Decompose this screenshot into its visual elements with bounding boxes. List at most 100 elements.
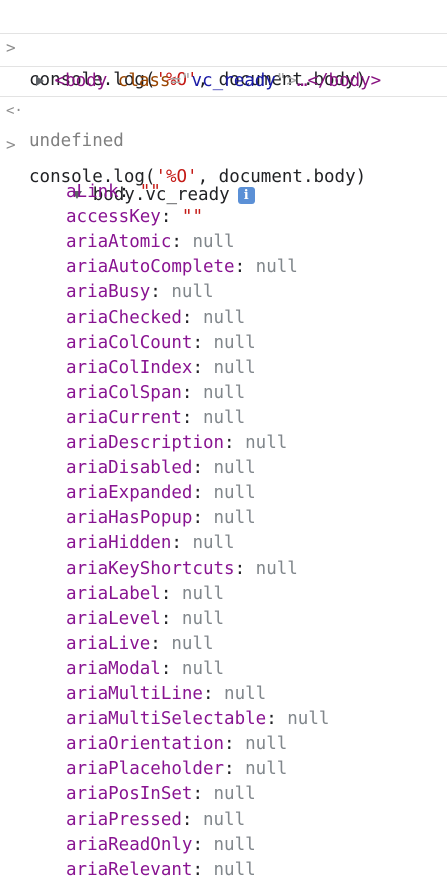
property-value: null [181, 608, 225, 629]
property-value: null [224, 684, 267, 704]
property-key: ariaExpanded [66, 483, 193, 504]
property-separator: : [266, 709, 288, 730]
property-separator: : [150, 282, 172, 303]
property-separator: : [160, 207, 182, 228]
property-row[interactable]: ariaAtomic: null [66, 230, 235, 255]
property-separator: : [160, 658, 182, 679]
property-row[interactable]: ariaPosInSet: null [66, 782, 256, 807]
object-tree-header[interactable]: body.vc_ready i [30, 156, 255, 205]
property-row[interactable]: ariaBusy: null [66, 280, 214, 305]
console-input-line: > console.log('%O', document.body) [0, 97, 447, 187]
property-value: null [213, 784, 256, 805]
property-key: ariaPosInSet [66, 784, 193, 805]
property-value: null [213, 458, 256, 479]
property-key: ariaColCount [66, 332, 193, 353]
property-value: null [202, 407, 246, 428]
property-row[interactable]: accessKey: "" [66, 205, 203, 230]
property-row[interactable]: ariaColSpan: null [66, 381, 245, 406]
property-separator: : [192, 458, 214, 479]
property-separator: : [181, 407, 203, 428]
property-separator: : [224, 734, 246, 755]
property-value: null [171, 633, 214, 654]
property-row[interactable]: ariaColCount: null [66, 331, 256, 356]
property-key: ariaDescription [66, 433, 225, 453]
property-value: null [255, 558, 298, 579]
property-key: ariaOrientation [66, 734, 225, 755]
result-value: undefined [29, 131, 124, 151]
property-row[interactable]: ariaDescription: null [66, 431, 287, 456]
property-value: null [202, 307, 246, 328]
property-key: ariaBusy [66, 282, 151, 303]
property-row[interactable]: ariaRelevant: null [66, 858, 256, 883]
property-row[interactable]: ariaCurrent: null [66, 406, 245, 431]
property-key: ariaRelevant [66, 859, 193, 880]
property-value: null [245, 734, 288, 755]
property-separator: : [234, 257, 256, 278]
property-row[interactable]: ariaReadOnly: null [66, 833, 256, 858]
property-row[interactable]: ariaLive: null [66, 632, 214, 657]
property-value: null [213, 859, 256, 880]
property-value: null [213, 332, 256, 353]
property-separator: : [234, 558, 256, 579]
console-panel: > console.log('%O', document.body) <body… [0, 0, 447, 880]
property-row[interactable]: ariaExpanded: null [66, 481, 256, 506]
property-key: ariaAutoComplete [66, 257, 235, 278]
property-key: ariaLive [66, 633, 151, 654]
property-row[interactable]: ariaPlaceholder: null [66, 757, 287, 782]
property-separator: : [192, 859, 214, 880]
property-separator: : [181, 382, 203, 403]
property-row[interactable]: ariaDisabled: null [66, 456, 256, 481]
property-separator: : [171, 232, 193, 253]
property-value: null [192, 232, 235, 253]
property-row[interactable]: ariaLabel: null [66, 582, 224, 607]
property-key: ariaChecked [66, 307, 182, 328]
property-value: null [192, 533, 235, 554]
property-row[interactable]: ariaModal: null [66, 657, 224, 682]
property-value: null [213, 508, 256, 529]
property-key: ariaHidden [66, 533, 172, 554]
property-row[interactable]: aLink: "" [66, 180, 161, 205]
property-separator: : [224, 433, 246, 453]
property-separator: : [224, 759, 246, 780]
property-row[interactable]: ariaPressed: null [66, 808, 245, 833]
property-separator: : [192, 834, 214, 855]
property-value: null [287, 709, 330, 730]
property-row[interactable]: ariaMultiLine: null [66, 682, 266, 707]
property-key: accessKey [66, 207, 161, 228]
property-row[interactable]: ariaLevel: null [66, 607, 224, 632]
property-key: ariaKeyShortcuts [66, 558, 235, 579]
property-key: ariaModal [66, 658, 161, 679]
property-row[interactable]: ariaKeyShortcuts: null [66, 557, 298, 582]
property-row[interactable]: ariaAutoComplete: null [66, 255, 298, 280]
property-row[interactable]: ariaMultiSelectable: null [66, 707, 329, 732]
property-row[interactable]: ariaColIndex: null [66, 356, 256, 381]
property-value: null [181, 583, 225, 604]
console-input-line: > console.log('%O', document.body) [0, 0, 447, 90]
property-separator: : [181, 809, 203, 830]
property-key: ariaPressed [66, 809, 182, 830]
console-result-line: <· undefined [0, 66, 447, 151]
property-row[interactable]: ariaHasPopup: null [66, 506, 256, 531]
property-key: ariaLabel [66, 583, 161, 604]
property-key: ariaMultiLine [66, 684, 203, 704]
property-key: ariaHasPopup [66, 508, 193, 529]
property-key: ariaReadOnly [66, 834, 193, 855]
property-separator: : [192, 508, 214, 529]
property-separator: : [171, 533, 193, 554]
property-value: null [202, 809, 246, 830]
property-value: "" [181, 207, 203, 228]
property-row[interactable]: ariaOrientation: null [66, 732, 287, 757]
property-key: ariaMultiSelectable [66, 709, 267, 730]
property-value: null [213, 357, 256, 378]
property-row[interactable]: ariaHidden: null [66, 531, 235, 556]
property-row[interactable]: ariaChecked: null [66, 306, 245, 331]
property-value: null [213, 483, 256, 504]
property-value: null [202, 382, 246, 403]
property-key: ariaPlaceholder [66, 759, 225, 780]
info-icon[interactable]: i [237, 187, 255, 204]
property-value: null [171, 282, 214, 303]
property-value: null [245, 433, 288, 453]
property-key: ariaDisabled [66, 458, 193, 479]
property-separator: : [160, 608, 182, 629]
property-separator: : [192, 784, 214, 805]
